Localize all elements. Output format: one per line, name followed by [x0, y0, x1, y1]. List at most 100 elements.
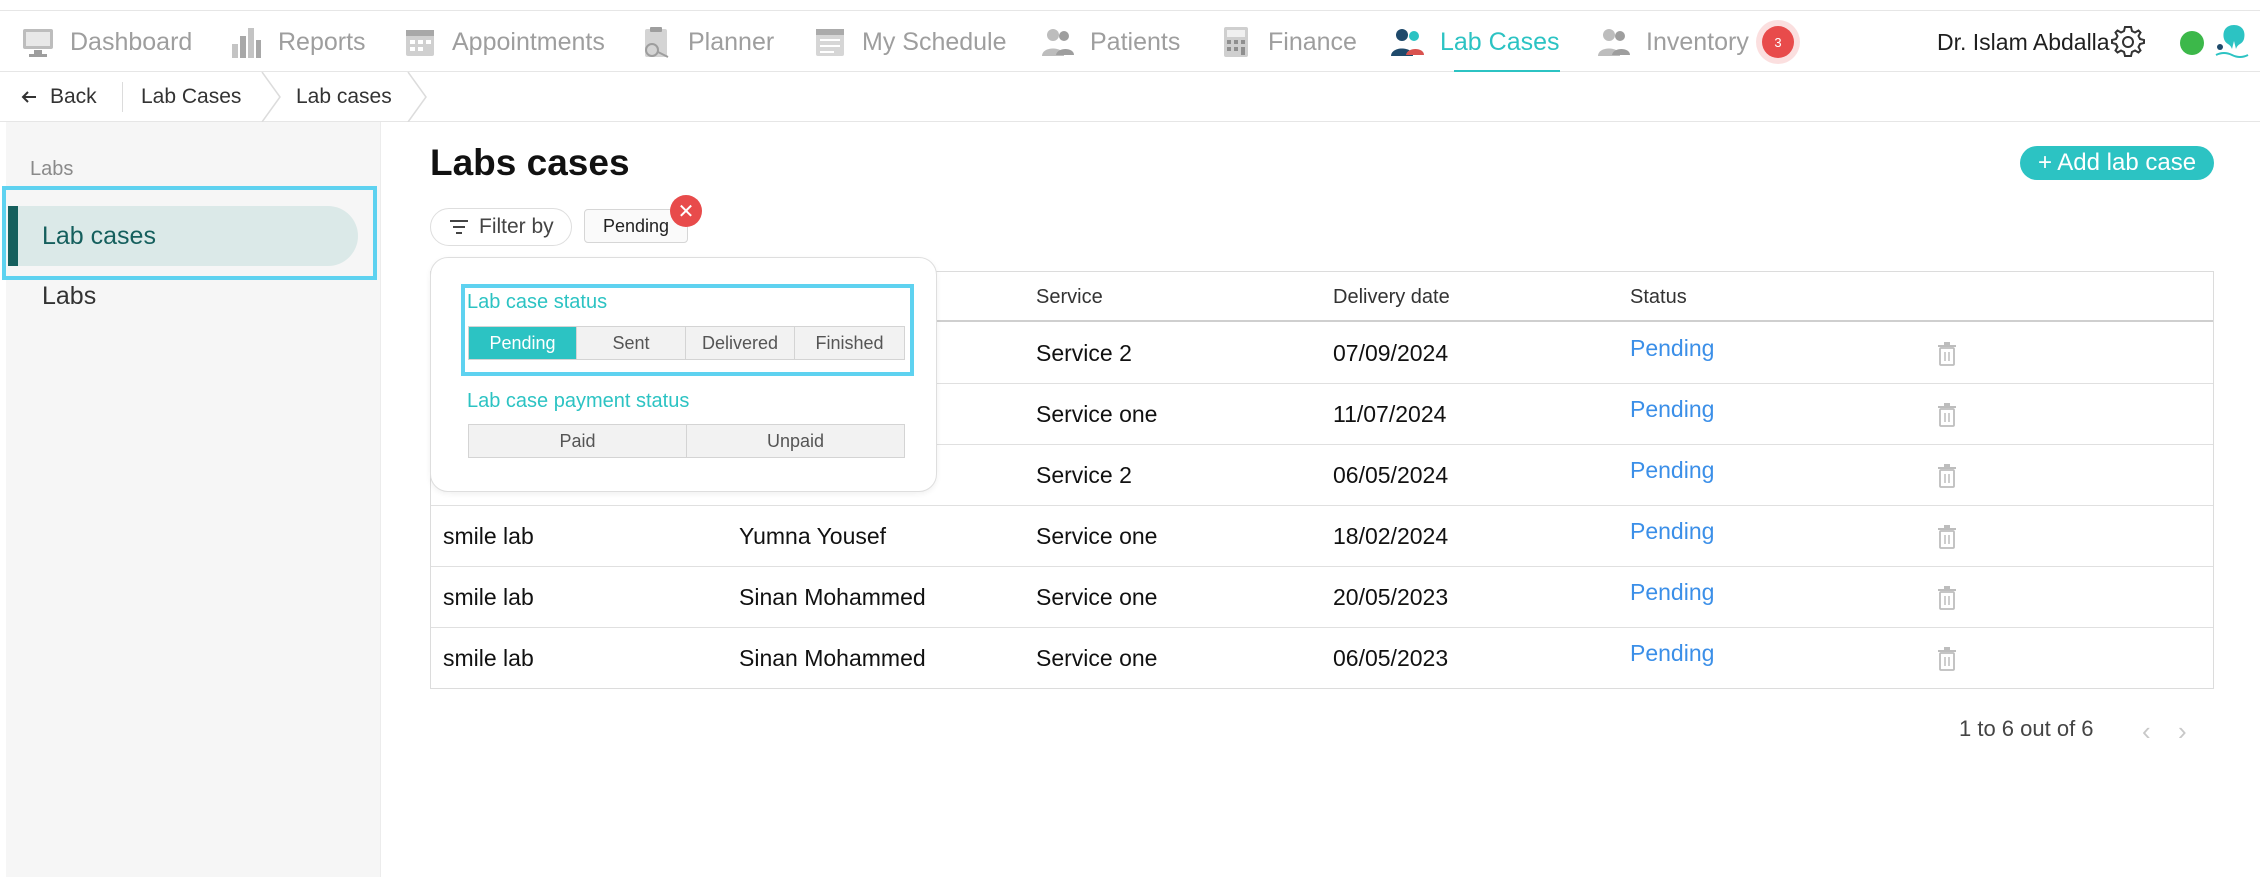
cell-service: Service one	[1036, 584, 1158, 610]
user-name[interactable]: Dr. Islam Abdalla	[1937, 11, 2110, 73]
filter-label: Filter by	[479, 215, 554, 238]
cell-lab: smile lab	[443, 645, 534, 671]
cell-lab: smile lab	[443, 523, 534, 549]
trash-icon[interactable]	[1937, 647, 1957, 671]
page-title: Labs cases	[430, 142, 630, 183]
cell-delivery-date: 20/05/2023	[1333, 584, 1449, 610]
filter-button[interactable]: Filter by	[430, 208, 572, 246]
filter-icon	[450, 220, 468, 234]
users-icon	[1598, 29, 1630, 56]
cell-delivery-date: 18/02/2024	[1333, 523, 1449, 549]
back-label: Back	[50, 85, 97, 108]
gear-icon[interactable]	[2110, 24, 2146, 60]
status-link[interactable]: Pending	[1630, 318, 1714, 379]
divider	[122, 82, 123, 112]
sidebar-item-labs[interactable]: Labs	[42, 282, 96, 311]
lab-case-status-label: Lab case status	[467, 291, 608, 313]
nav-planner[interactable]: Planner	[638, 11, 774, 73]
cell-service: Service one	[1036, 645, 1158, 671]
nav-label: Appointments	[452, 27, 605, 56]
cell-service: Service one	[1036, 401, 1158, 427]
trash-icon[interactable]	[1937, 403, 1957, 427]
payment-status-label: Lab case payment status	[467, 390, 690, 412]
cell-service: Service one	[1036, 523, 1158, 549]
cell-delivery-date: 06/05/2024	[1333, 462, 1449, 488]
nav-finance[interactable]: Finance	[1218, 11, 1357, 73]
trash-icon[interactable]	[1937, 464, 1957, 488]
add-lab-case-button[interactable]: + Add lab case	[2020, 146, 2214, 180]
nav-my-schedule[interactable]: My Schedule	[812, 11, 1007, 73]
nav-dashboard[interactable]: Dashboard	[20, 11, 192, 73]
table-row[interactable]: smile lab Sinan Mohammed Service one 20/…	[431, 567, 2213, 628]
chevron-right-icon	[407, 72, 427, 122]
bar-chart-icon	[232, 28, 261, 58]
top-navigation: Dashboard Reports Appointments Planner M…	[0, 10, 2260, 73]
chevron-right-icon[interactable]: ›	[2178, 716, 2187, 747]
payment-option-unpaid[interactable]: Unpaid	[687, 425, 904, 457]
nav-label: Finance	[1268, 27, 1357, 56]
notification-badge[interactable]: 3	[1762, 26, 1794, 58]
breadcrumb-lab-cases[interactable]: Lab Cases	[141, 72, 241, 122]
status-option-sent[interactable]: Sent	[577, 327, 686, 359]
calendar-icon	[406, 30, 434, 56]
cell-delivery-date: 07/09/2024	[1333, 340, 1449, 366]
status-option-finished[interactable]: Finished	[795, 327, 904, 359]
active-indicator	[8, 206, 18, 266]
sidebar: Labs Lab cases Labs	[2, 122, 381, 877]
trash-icon[interactable]	[1937, 525, 1957, 549]
nav-lab-cases[interactable]: Lab Cases	[1390, 11, 1560, 73]
clipboard-icon	[645, 27, 669, 58]
close-icon[interactable]: ✕	[670, 195, 702, 227]
nav-label: My Schedule	[862, 27, 1007, 56]
monitor-icon	[23, 29, 53, 57]
breadcrumb: Back Lab Cases Lab cases	[0, 72, 2260, 122]
arrow-left-icon	[21, 91, 36, 103]
status-option-pending[interactable]: Pending	[469, 327, 577, 359]
cell-patient: Yumna Yousef	[739, 523, 887, 549]
status-link[interactable]: Pending	[1630, 501, 1714, 562]
cell-service: Service 2	[1036, 340, 1132, 366]
trash-icon[interactable]	[1937, 586, 1957, 610]
cell-delivery-date: 06/05/2023	[1333, 645, 1449, 671]
status-segmented-control: Pending Sent Delivered Finished	[468, 326, 905, 360]
status-link[interactable]: Pending	[1630, 440, 1714, 501]
nav-inventory[interactable]: Inventory	[1596, 11, 1749, 73]
back-button[interactable]: Back	[20, 72, 97, 122]
cell-service: Service 2	[1036, 462, 1132, 488]
nav-patients[interactable]: Patients	[1040, 11, 1180, 73]
filter-popup: Lab case status Pending Sent Delivered F…	[430, 257, 937, 492]
nav-appointments[interactable]: Appointments	[402, 11, 605, 73]
cell-patient: Sinan Mohammed	[739, 645, 926, 671]
trash-icon[interactable]	[1937, 342, 1957, 366]
nav-label: Inventory	[1646, 27, 1749, 56]
status-link[interactable]: Pending	[1630, 623, 1714, 684]
sidebar-item-lab-cases[interactable]: Lab cases	[8, 206, 358, 266]
column-header-delivery-date: Delivery date	[1333, 285, 1450, 308]
sidebar-item-label: Lab cases	[42, 221, 156, 250]
cell-delivery-date: 11/07/2024	[1333, 401, 1447, 427]
status-link[interactable]: Pending	[1630, 379, 1714, 440]
nav-label: Lab Cases	[1440, 27, 1560, 56]
status-option-delivered[interactable]: Delivered	[686, 327, 795, 359]
users-icon	[1042, 29, 1074, 56]
calculator-icon	[1224, 27, 1248, 57]
cell-patient: Sinan Mohammed	[739, 584, 926, 610]
status-link[interactable]: Pending	[1630, 562, 1714, 623]
nav-reports[interactable]: Reports	[228, 11, 366, 73]
chevron-right-icon	[261, 72, 281, 122]
payment-segmented-control: Paid Unpaid	[468, 424, 905, 458]
schedule-icon	[816, 29, 844, 56]
chevron-left-icon[interactable]: ‹	[2142, 716, 2151, 747]
payment-option-paid[interactable]: Paid	[469, 425, 687, 457]
cell-lab: smile lab	[443, 584, 534, 610]
clinic-logo	[2215, 25, 2249, 58]
column-header-status: Status	[1630, 285, 1687, 308]
nav-label: Planner	[688, 27, 775, 56]
pagination-summary: 1 to 6 out of 6	[1959, 716, 2094, 741]
online-status-indicator	[2180, 31, 2204, 55]
table-row[interactable]: smile lab Sinan Mohammed Service one 06/…	[431, 628, 2213, 689]
breadcrumb-current[interactable]: Lab cases	[296, 72, 392, 122]
table-row[interactable]: smile lab Yumna Yousef Service one 18/02…	[431, 506, 2213, 567]
sidebar-heading: Labs	[30, 158, 74, 180]
nav-label: Dashboard	[70, 27, 193, 56]
